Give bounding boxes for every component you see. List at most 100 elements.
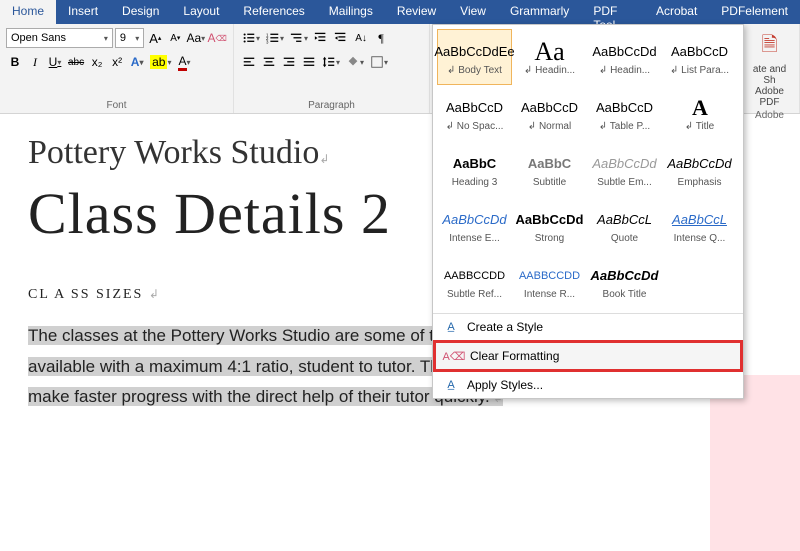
ribbon-tabs: Home Insert Design Layout References Mai… bbox=[0, 0, 800, 24]
style-preview: AaBbCcL bbox=[597, 207, 652, 233]
style-label: Intense Q... bbox=[663, 233, 736, 244]
styles-menu: A̲ Create a Style A⌫ Clear Formatting A̲… bbox=[433, 313, 743, 398]
multilevel-button[interactable]: ▾ bbox=[288, 28, 310, 48]
style-preview: AaBbCcDd bbox=[442, 207, 506, 233]
style-subtle-em-[interactable]: AaBbCcDdSubtle Em... bbox=[587, 141, 662, 197]
paragraph-group: ▾ 123▾ ▾ A↓ ¶ ▾ ▾ ▾ Paragraph bbox=[234, 24, 430, 113]
apply-styles-menu-item[interactable]: A̲ Apply Styles... bbox=[433, 372, 743, 398]
style-preview: AaBbCcDd bbox=[591, 263, 659, 289]
tab-home[interactable]: Home bbox=[0, 0, 56, 24]
style-label: ↲ Body Text bbox=[438, 65, 511, 76]
style-label: ↲ Normal bbox=[513, 121, 586, 132]
decrease-indent-button[interactable] bbox=[312, 28, 330, 48]
tab-pdfelement[interactable]: PDFelement bbox=[709, 0, 800, 24]
underline-button[interactable]: U▾ bbox=[46, 52, 64, 72]
style-heading-3[interactable]: AaBbCHeading 3 bbox=[437, 141, 512, 197]
clear-formatting-label: Clear Formatting bbox=[470, 349, 559, 363]
style-subtle-ref-[interactable]: AABBCCDDSubtle Ref... bbox=[437, 253, 512, 309]
style-preview: AaBbCcD bbox=[596, 95, 653, 121]
font-group: Open Sans ▾ 9▾ A▴ A▾ Aa▾ A⌫ B I U▾ abc x₂… bbox=[0, 24, 234, 113]
tab-acrobat[interactable]: Acrobat bbox=[644, 0, 709, 24]
tab-review[interactable]: Review bbox=[385, 0, 448, 24]
style-book-title[interactable]: AaBbCcDdBook Title bbox=[587, 253, 662, 309]
tab-design[interactable]: Design bbox=[110, 0, 171, 24]
style-preview: AaBbC bbox=[453, 151, 496, 177]
clear-formatting-menu-item[interactable]: A⌫ Clear Formatting bbox=[433, 340, 743, 372]
style-subtitle[interactable]: AaBbCSubtitle bbox=[512, 141, 587, 197]
bold-button[interactable]: B bbox=[6, 52, 24, 72]
style--headin-[interactable]: AaBbCcDd↲ Headin... bbox=[587, 29, 662, 85]
shrink-font-button[interactable]: A▾ bbox=[166, 28, 184, 48]
create-style-icon: A̲ bbox=[443, 319, 459, 335]
change-case-button[interactable]: Aa▾ bbox=[186, 28, 205, 48]
style-intense-q-[interactable]: AaBbCcLIntense Q... bbox=[662, 197, 737, 253]
shading-button[interactable]: ▾ bbox=[344, 52, 366, 72]
subscript-button[interactable]: x₂ bbox=[88, 52, 106, 72]
strike-button[interactable]: abc bbox=[66, 52, 86, 72]
font-color-button[interactable]: A▾ bbox=[176, 52, 194, 72]
justify-button[interactable] bbox=[300, 52, 318, 72]
style-intense-r-[interactable]: AABBCCDDIntense R... bbox=[512, 253, 587, 309]
style--table-p-[interactable]: AaBbCcD↲ Table P... bbox=[587, 85, 662, 141]
align-left-button[interactable] bbox=[240, 52, 258, 72]
grow-font-button[interactable]: A▴ bbox=[146, 28, 164, 48]
style-strong[interactable]: AaBbCcDdStrong bbox=[512, 197, 587, 253]
sort-button[interactable]: A↓ bbox=[352, 28, 370, 48]
chevron-down-icon: ▾ bbox=[104, 34, 108, 43]
borders-button[interactable]: ▾ bbox=[368, 52, 390, 72]
highlight-button[interactable]: ab▾ bbox=[148, 52, 173, 72]
style--title[interactable]: A↲ Title bbox=[662, 85, 737, 141]
paragraph-group-label: Paragraph bbox=[240, 100, 423, 111]
font-name-combo[interactable]: Open Sans ▾ bbox=[6, 28, 113, 48]
font-group-label: Font bbox=[6, 100, 227, 111]
tab-insert[interactable]: Insert bbox=[56, 0, 110, 24]
styles-grid: AaBbCcDdEe↲ Body TextAa↲ Headin...AaBbCc… bbox=[433, 25, 743, 313]
style-label: Quote bbox=[588, 233, 661, 244]
tab-layout[interactable]: Layout bbox=[171, 0, 231, 24]
style-label: ↲ Headin... bbox=[588, 65, 661, 76]
tab-pdftoolset[interactable]: PDF Tool Set bbox=[581, 0, 644, 24]
tab-references[interactable]: References bbox=[231, 0, 316, 24]
style-preview: AaBbCcDd bbox=[592, 151, 656, 177]
tab-view[interactable]: View bbox=[448, 0, 498, 24]
apply-styles-icon: A̲ bbox=[443, 377, 459, 393]
style-preview: AaBbCcD bbox=[521, 95, 578, 121]
style-label: Book Title bbox=[588, 289, 661, 300]
style-preview: AABBCCDD bbox=[519, 263, 580, 289]
show-marks-button[interactable]: ¶ bbox=[372, 28, 390, 48]
bullets-button[interactable]: ▾ bbox=[240, 28, 262, 48]
style-label: Emphasis bbox=[663, 177, 736, 188]
numbering-button[interactable]: 123▾ bbox=[264, 28, 286, 48]
style--list-para-[interactable]: AaBbCcD↲ List Para... bbox=[662, 29, 737, 85]
style-label: Intense R... bbox=[513, 289, 586, 300]
style-preview: AaBbCcDd bbox=[516, 207, 584, 233]
style--no-spac-[interactable]: AaBbCcD↲ No Spac... bbox=[437, 85, 512, 141]
create-share-pdf-icon[interactable]: 🗎 bbox=[746, 30, 793, 64]
line-spacing-button[interactable]: ▾ bbox=[320, 52, 342, 72]
style-label: ↲ Title bbox=[663, 121, 736, 132]
style-label: ↲ Headin... bbox=[513, 65, 586, 76]
tab-grammarly[interactable]: Grammarly bbox=[498, 0, 581, 24]
chevron-down-icon: ▾ bbox=[135, 34, 139, 43]
align-right-button[interactable] bbox=[280, 52, 298, 72]
style-intense-e-[interactable]: AaBbCcDdIntense E... bbox=[437, 197, 512, 253]
create-style-label: Create a Style bbox=[467, 320, 543, 334]
style--normal[interactable]: AaBbCcD↲ Normal bbox=[512, 85, 587, 141]
clear-formatting-icon[interactable]: A⌫ bbox=[207, 28, 227, 48]
increase-indent-button[interactable] bbox=[332, 28, 350, 48]
style--headin-[interactable]: Aa↲ Headin... bbox=[512, 29, 587, 85]
superscript-button[interactable]: x² bbox=[108, 52, 126, 72]
font-size-combo[interactable]: 9▾ bbox=[115, 28, 144, 48]
style--body-text[interactable]: AaBbCcDdEe↲ Body Text bbox=[437, 29, 512, 85]
text-effects-button[interactable]: A▾ bbox=[128, 52, 146, 72]
italic-button[interactable]: I bbox=[26, 52, 44, 72]
style-quote[interactable]: AaBbCcLQuote bbox=[587, 197, 662, 253]
style-preview: AaBbCcD bbox=[671, 39, 728, 65]
style-label: ↲ No Spac... bbox=[438, 121, 511, 132]
tab-mailings[interactable]: Mailings bbox=[317, 0, 385, 24]
create-style-menu-item[interactable]: A̲ Create a Style bbox=[433, 314, 743, 340]
style-emphasis[interactable]: AaBbCcDdEmphasis bbox=[662, 141, 737, 197]
align-center-button[interactable] bbox=[260, 52, 278, 72]
font-name-value: Open Sans bbox=[11, 32, 66, 44]
style-label: Intense E... bbox=[438, 233, 511, 244]
